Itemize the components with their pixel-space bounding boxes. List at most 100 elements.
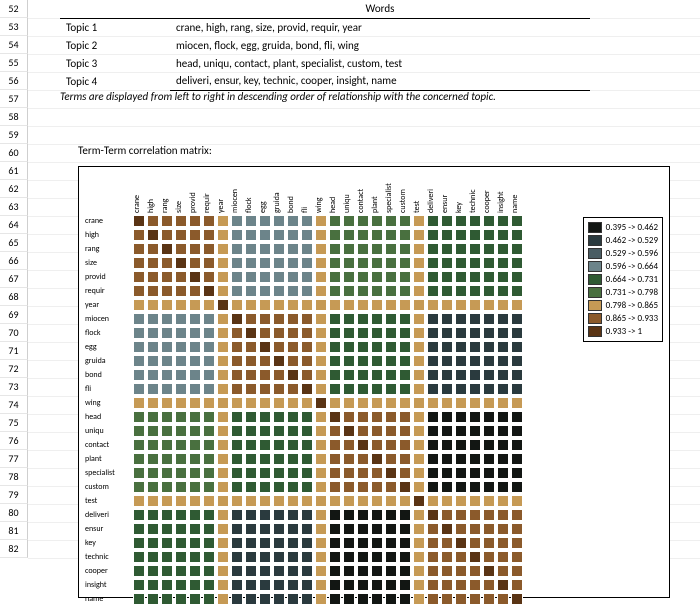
heatmap-cell — [329, 425, 341, 437]
heatmap-cell — [301, 467, 313, 479]
row-header[interactable]: 61 — [0, 162, 28, 180]
matrix-col-label: egg — [258, 201, 268, 213]
heatmap-cell — [231, 481, 243, 493]
heatmap-cell — [147, 425, 159, 437]
row-header[interactable]: 79 — [0, 486, 28, 504]
heatmap-cell — [287, 299, 299, 311]
heatmap-cell — [315, 369, 327, 381]
heatmap-cell — [161, 257, 173, 269]
heatmap-cell — [203, 565, 215, 577]
heatmap-cell — [245, 467, 257, 479]
row-header[interactable]: 63 — [0, 198, 28, 216]
row-header[interactable]: 69 — [0, 306, 28, 324]
row-header[interactable]: 76 — [0, 432, 28, 450]
heatmap-cell — [371, 579, 383, 591]
heatmap-cell — [301, 285, 313, 297]
row-header[interactable]: 65 — [0, 234, 28, 252]
heatmap-cell — [483, 439, 495, 451]
row-header[interactable]: 62 — [0, 180, 28, 198]
heatmap-cell — [147, 397, 159, 409]
matrix-row-label: high — [85, 228, 99, 242]
heatmap-cell — [245, 215, 257, 227]
heatmap-cell — [427, 537, 439, 549]
heatmap-cell — [245, 327, 257, 339]
matrix-col-label: provid — [188, 192, 198, 213]
row-header[interactable]: 82 — [0, 540, 28, 558]
row-header[interactable]: 73 — [0, 378, 28, 396]
row-header[interactable]: 66 — [0, 252, 28, 270]
row-header[interactable]: 70 — [0, 324, 28, 342]
heatmap-cell — [161, 341, 173, 353]
legend-label: 0.865 -> 0.933 — [606, 313, 658, 324]
row-header[interactable]: 59 — [0, 126, 28, 144]
heatmap-cell — [301, 579, 313, 591]
heatmap-cell — [399, 467, 411, 479]
row-header[interactable]: 72 — [0, 360, 28, 378]
row-header[interactable]: 71 — [0, 342, 28, 360]
heatmap-cell — [427, 425, 439, 437]
topics-header-words: Words — [170, 0, 590, 18]
legend-swatch — [588, 287, 602, 298]
heatmap-cell — [217, 215, 229, 227]
row-header[interactable]: 64 — [0, 216, 28, 234]
heatmap-cell — [413, 383, 425, 395]
heatmap-cell — [329, 355, 341, 367]
heatmap-cell — [357, 467, 369, 479]
heatmap-cell — [259, 495, 271, 507]
row-header[interactable]: 58 — [0, 108, 28, 126]
row-header[interactable]: 81 — [0, 522, 28, 540]
heatmap-cell — [175, 369, 187, 381]
heatmap-cell — [399, 341, 411, 353]
heatmap-cell — [217, 299, 229, 311]
heatmap-cell — [273, 215, 285, 227]
matrix-col-label: miocen — [230, 189, 240, 213]
legend-label: 0.933 -> 1 — [606, 326, 642, 337]
heatmap-cell — [399, 285, 411, 297]
heatmap-cell — [329, 243, 341, 255]
heatmap-cell — [343, 523, 355, 535]
heatmap-cell — [287, 481, 299, 493]
row-header[interactable]: 75 — [0, 414, 28, 432]
heatmap-cell — [371, 509, 383, 521]
heatmap-cell — [357, 355, 369, 367]
row-header[interactable]: 80 — [0, 504, 28, 522]
heatmap-cell — [343, 369, 355, 381]
row-header[interactable]: 53 — [0, 18, 28, 36]
heatmap-cell — [161, 509, 173, 521]
heatmap-cell — [147, 411, 159, 423]
heatmap-cell — [189, 285, 201, 297]
row-header[interactable]: 77 — [0, 450, 28, 468]
heatmap-cell — [147, 439, 159, 451]
heatmap-cell — [259, 243, 271, 255]
heatmap-cell — [175, 257, 187, 269]
heatmap-cell — [343, 579, 355, 591]
heatmap-cell — [455, 299, 467, 311]
heatmap-cell — [413, 285, 425, 297]
heatmap-cell — [175, 593, 187, 605]
row-header[interactable]: 67 — [0, 270, 28, 288]
row-header[interactable]: 54 — [0, 36, 28, 54]
row-header[interactable]: 60 — [0, 144, 28, 162]
heatmap-cell — [399, 369, 411, 381]
matrix-row-label: gruida — [85, 354, 106, 368]
heatmap-cell — [217, 565, 229, 577]
heatmap-cell — [441, 215, 453, 227]
row-header[interactable]: 78 — [0, 468, 28, 486]
heatmap-cell — [511, 537, 523, 549]
row-header[interactable]: 68 — [0, 288, 28, 306]
row-header[interactable]: 55 — [0, 54, 28, 72]
row-header[interactable]: 56 — [0, 72, 28, 90]
heatmap-cell — [441, 411, 453, 423]
matrix-col-label: name — [510, 195, 520, 213]
row-header[interactable]: 52 — [0, 0, 28, 18]
row-header[interactable]: 74 — [0, 396, 28, 414]
row-header[interactable]: 57 — [0, 90, 28, 108]
heatmap-cell — [483, 285, 495, 297]
heatmap-cell — [343, 425, 355, 437]
heatmap-cell — [455, 551, 467, 563]
heatmap-cell — [287, 243, 299, 255]
heatmap-cell — [287, 313, 299, 325]
matrix-row-label: rang — [85, 242, 99, 256]
heatmap-cell — [133, 551, 145, 563]
heatmap-cell — [147, 495, 159, 507]
